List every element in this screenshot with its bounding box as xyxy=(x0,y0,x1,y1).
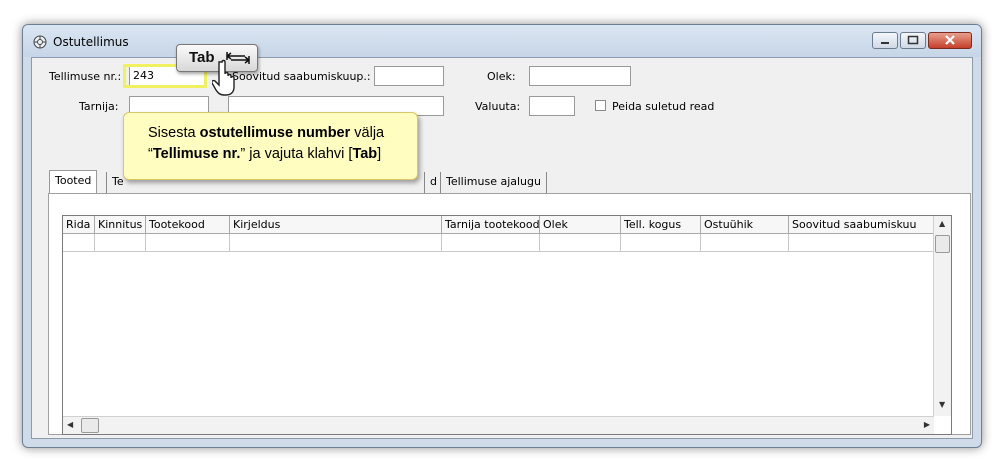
callout-text: ” ja vajuta klahvi [ xyxy=(240,146,353,162)
scroll-right-icon[interactable]: ▶ xyxy=(924,420,930,429)
column-header[interactable]: Ostuühik xyxy=(701,216,789,234)
scroll-up-icon[interactable]: ▲ xyxy=(939,219,945,228)
callout-line-2: “Tellimuse nr.” ja vajuta klahvi [Tab] xyxy=(148,144,407,165)
column-header[interactable]: Soovitud saabumiskuu xyxy=(789,216,934,234)
grid-cell[interactable] xyxy=(789,234,934,252)
tab-tooted[interactable]: Tooted xyxy=(49,170,98,194)
desired-date-input[interactable] xyxy=(374,66,444,86)
grid-cell[interactable] xyxy=(63,234,95,252)
column-header[interactable]: Kirjeldus xyxy=(230,216,442,234)
currency-label: Valuuta: xyxy=(475,100,521,113)
status-input[interactable] xyxy=(529,66,631,86)
horizontal-scroll-thumb[interactable] xyxy=(81,418,99,433)
minimize-button[interactable] xyxy=(872,32,898,49)
callout-bold-text: ostutellimuse number xyxy=(199,125,351,141)
minimize-icon xyxy=(881,42,889,44)
currency-input[interactable] xyxy=(529,96,575,116)
tab-order-history[interactable]: Tellimuse ajalugu xyxy=(440,172,547,193)
title-bar: Ostutellimus xyxy=(23,25,981,57)
column-header[interactable]: Olek xyxy=(540,216,621,234)
vertical-scroll-thumb[interactable] xyxy=(935,235,950,253)
grid-cell[interactable] xyxy=(146,234,230,252)
grid-cell[interactable] xyxy=(95,234,146,252)
scroll-left-icon[interactable]: ◀ xyxy=(67,420,73,429)
grid-cell[interactable] xyxy=(540,234,621,252)
hand-pointer-icon xyxy=(212,59,235,96)
maximize-button[interactable] xyxy=(900,32,926,49)
column-header[interactable]: Tootekood xyxy=(146,216,230,234)
callout-bold-text: Tab xyxy=(352,146,378,162)
order-lines-grid[interactable]: Rida Kinnitus Tootekood Kirjeldus Tarnij… xyxy=(62,215,952,435)
column-header[interactable]: Tell. kogus xyxy=(621,216,701,234)
window-title: Ostutellimus xyxy=(53,35,129,49)
order-no-label: Tellimuse nr.: xyxy=(49,70,122,83)
callout-bold-text: Tellimuse nr. xyxy=(152,146,241,162)
close-button[interactable] xyxy=(928,32,972,49)
maximize-icon xyxy=(907,35,919,45)
app-icon xyxy=(33,35,47,49)
callout-text: ] xyxy=(377,146,382,162)
callout-line-1: Sisesta ostutellimuse number välja xyxy=(148,123,407,144)
grid-cell[interactable] xyxy=(701,234,789,252)
grid-cell[interactable] xyxy=(442,234,540,252)
hide-closed-checkbox[interactable] xyxy=(595,100,606,111)
grid-cell[interactable] xyxy=(230,234,442,252)
horizontal-scrollbar[interactable]: ◀ ▶ xyxy=(63,416,934,434)
column-header[interactable]: Kinnitus xyxy=(95,216,146,234)
status-label: Olek: xyxy=(487,70,516,83)
callout-text: Sisesta xyxy=(148,125,200,141)
close-icon xyxy=(945,35,955,45)
vertical-scrollbar[interactable]: ▲ ▼ xyxy=(933,216,951,416)
column-header[interactable]: Tarnija tootekood xyxy=(442,216,540,234)
hide-closed-label: Peida suletud read xyxy=(612,100,715,113)
instruction-callout: Sisesta ostutellimuse number välja “Tell… xyxy=(123,112,418,180)
scroll-down-icon[interactable]: ▼ xyxy=(939,400,945,409)
column-header[interactable]: Rida xyxy=(63,216,95,234)
callout-text: välja xyxy=(350,125,385,141)
grid-cell[interactable] xyxy=(621,234,701,252)
tab-key-label: Tab xyxy=(189,49,215,66)
supplier-label: Tarnija: xyxy=(79,100,119,113)
